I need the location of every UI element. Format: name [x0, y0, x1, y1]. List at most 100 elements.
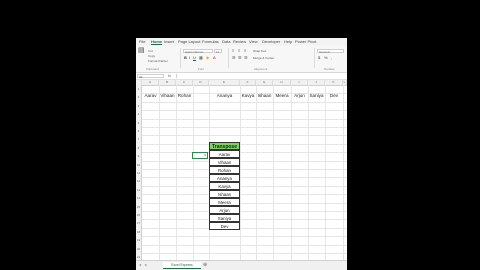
menu-power-pivot[interactable]: Power Pivot [295, 39, 316, 44]
row-header[interactable]: 3 [136, 101, 142, 111]
cell-name[interactable]: Ananya [209, 91, 240, 100]
fill-color-icon[interactable]: ◆ [206, 56, 209, 60]
column-header[interactable]: D [193, 80, 209, 85]
menu-developer[interactable]: Developer [262, 39, 280, 44]
add-sheet-icon[interactable]: ⊕ [203, 262, 207, 268]
comma-icon[interactable]: , [331, 56, 332, 60]
row-header[interactable]: 6 [136, 127, 142, 136]
row-header[interactable]: 15 [136, 202, 142, 211]
transpose-header[interactable]: Transpose [209, 142, 240, 150]
selected-cell[interactable]: 0 [192, 152, 208, 159]
menu-home[interactable]: Home [151, 39, 163, 45]
menu-review[interactable]: Review [233, 39, 246, 44]
column-header[interactable]: A [142, 80, 159, 85]
formula-input[interactable] [176, 74, 345, 78]
menu-data[interactable]: Data [222, 39, 230, 44]
cell-name[interactable]: Dev [325, 91, 343, 100]
row-header[interactable]: 14 [136, 194, 142, 203]
transpose-cell[interactable]: Vihaan [209, 158, 240, 166]
align-right-icon[interactable]: ☰ [244, 56, 248, 60]
row-header[interactable]: 11 [136, 169, 142, 178]
cut-button[interactable]: Cut [148, 49, 153, 53]
wrap-text-button[interactable]: Wrap Text [253, 49, 266, 53]
transpose-cell[interactable]: Rohan [209, 166, 240, 174]
next-sheet-icon[interactable]: ▸ [145, 262, 147, 268]
column-header[interactable]: F [240, 80, 256, 85]
transpose-cell[interactable]: Dev [209, 222, 240, 230]
column-header[interactable]: G [256, 80, 273, 85]
column-header[interactable]: J [308, 80, 325, 85]
formula-bar: A1 fx [136, 73, 347, 80]
borders-icon[interactable]: ▦ [199, 56, 203, 60]
column-header[interactable]: I [291, 80, 308, 85]
menu-formulas[interactable]: Formulas [202, 39, 219, 44]
transpose-cell[interactable]: Aarav [209, 150, 240, 158]
cell-name[interactable]: Saniya [308, 91, 325, 100]
italic-icon[interactable]: I [189, 56, 190, 60]
transpose-cell[interactable]: Arjun [209, 206, 240, 214]
align-center-icon[interactable]: ☰ [238, 56, 242, 60]
percent-icon[interactable]: % [324, 56, 328, 60]
paste-icon[interactable]: ▤ [138, 47, 145, 54]
transpose-cell[interactable]: Saniya [209, 214, 240, 222]
format-painter-button[interactable]: Format Painter [148, 59, 168, 63]
row-header[interactable]: 17 [136, 219, 142, 228]
name-box[interactable]: A1 [137, 74, 164, 79]
column-header[interactable]: E [209, 80, 240, 85]
row-gridline [142, 143, 347, 145]
transpose-cell[interactable]: Kavya [209, 182, 240, 190]
underline-icon[interactable]: U [193, 56, 196, 60]
row-gridline [142, 211, 347, 212]
fx-icon[interactable]: fx [168, 73, 171, 79]
row-header[interactable]: 4 [136, 110, 142, 119]
column-header[interactable]: C [176, 80, 193, 85]
transpose-cell[interactable]: Ananya [209, 174, 240, 182]
row-header[interactable]: 10 [136, 160, 142, 169]
menu-view[interactable]: View [249, 39, 258, 44]
cell-name[interactable]: Vihaan [159, 91, 176, 100]
column-header[interactable]: H [273, 80, 291, 85]
align-left-icon[interactable]: ☰ [232, 56, 236, 60]
row-header[interactable]: 19 [136, 236, 142, 245]
font-size-select[interactable]: 11 [214, 49, 222, 54]
align-top-icon[interactable]: ≡ [232, 49, 234, 53]
cell-name[interactable]: Arjun [291, 91, 308, 100]
currency-icon[interactable]: $ [318, 56, 320, 60]
worksheet-grid[interactable]: A B C D E F G H I J K L 1 2 3 4 5 6 7 8 9 10 11 12 1… [136, 80, 347, 263]
row-header[interactable]: 9 [136, 152, 142, 161]
menu-file[interactable]: File [139, 39, 145, 44]
cell-name[interactable]: Meera [273, 91, 291, 100]
bold-icon[interactable]: B [184, 56, 187, 60]
row-header[interactable]: 13 [136, 185, 142, 195]
row-gridline [142, 202, 347, 204]
row-header[interactable]: 7 [136, 135, 142, 144]
row-header[interactable]: 12 [136, 177, 142, 186]
row-header[interactable]: 8 [136, 143, 142, 153]
cell-name[interactable]: Aarav [142, 91, 159, 100]
row-header[interactable]: 20 [136, 244, 142, 253]
column-header[interactable]: K [325, 80, 343, 85]
transpose-cell[interactable]: Ishaan [209, 190, 240, 198]
row-header[interactable]: 18 [136, 227, 142, 237]
align-middle-icon[interactable]: ≡ [238, 49, 240, 53]
sheet-tab[interactable]: Excel Express [163, 262, 201, 269]
align-bottom-icon[interactable]: ≡ [244, 49, 246, 53]
row-gridline [142, 110, 347, 112]
cell-name[interactable]: Kavya [240, 91, 256, 100]
row-header[interactable]: 5 [136, 118, 142, 127]
cell-name[interactable]: Rohan [176, 91, 193, 100]
menu-help[interactable]: Help [284, 39, 292, 44]
transpose-cell[interactable]: Meera [209, 198, 240, 206]
menu-page-layout[interactable]: Page Layout [178, 39, 200, 44]
prev-sheet-icon[interactable]: ◂ [139, 262, 141, 268]
number-format-select[interactable]: General [317, 49, 344, 54]
menu-insert[interactable]: Insert [164, 39, 174, 44]
font-color-icon[interactable]: A [213, 56, 216, 60]
merge-center-button[interactable]: Merge & Center [253, 56, 274, 60]
row-header[interactable]: 16 [136, 211, 142, 220]
font-name-select[interactable]: Aptos Narrow [183, 49, 213, 54]
column-header-row: A B C D E F G H I J K L [136, 80, 347, 86]
column-header[interactable]: B [159, 80, 176, 85]
cell-name[interactable]: Ishaan [256, 91, 273, 100]
copy-button[interactable]: Copy [148, 54, 155, 58]
